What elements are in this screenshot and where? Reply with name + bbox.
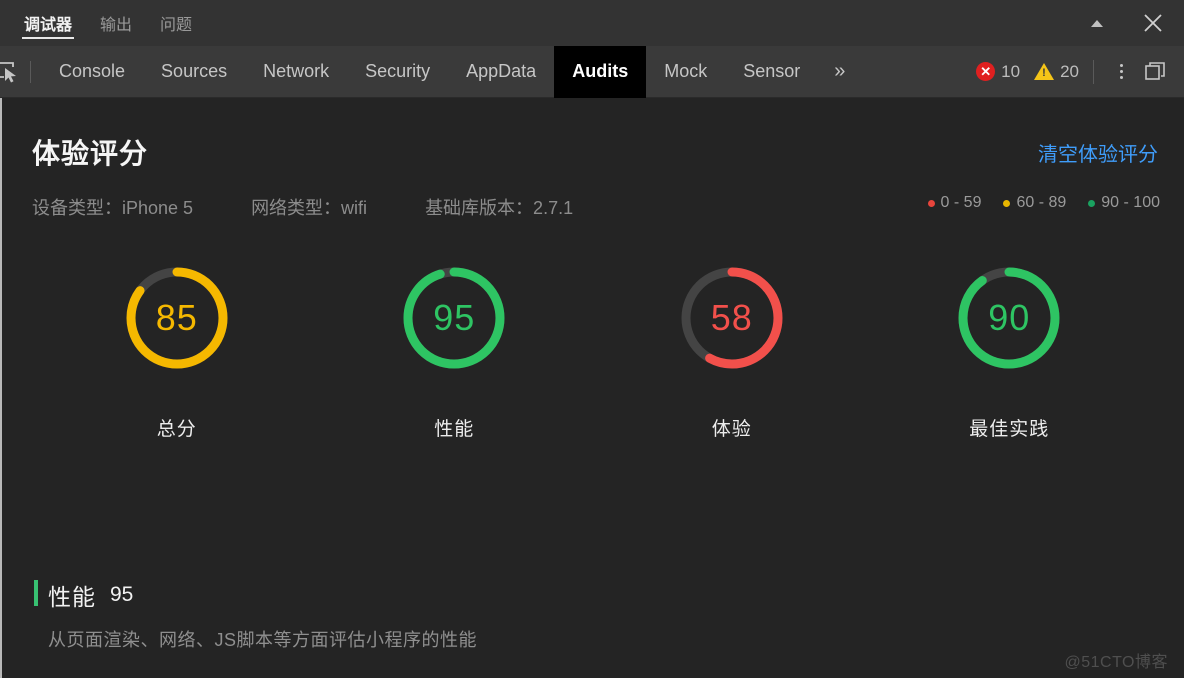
legend-item-high: 90 - 100 bbox=[1088, 194, 1160, 212]
legend-dot-red bbox=[927, 199, 935, 207]
minimize-button[interactable] bbox=[1084, 10, 1110, 36]
error-count: 10 bbox=[1001, 61, 1021, 81]
close-button[interactable] bbox=[1140, 10, 1166, 36]
gauge-value: 90 bbox=[988, 297, 1031, 338]
error-count-badge[interactable]: ✕ 10 bbox=[976, 62, 1020, 82]
meta-library-version: 基础库版本：2.7.1 bbox=[425, 198, 574, 218]
gauge-value: 85 bbox=[155, 297, 198, 338]
tab-label: Console bbox=[59, 61, 126, 81]
tab-label: AppData bbox=[466, 61, 537, 81]
gauge-value: 58 bbox=[710, 297, 753, 338]
gauge-label: 性能 bbox=[434, 419, 475, 440]
error-glyph: ✕ bbox=[980, 64, 992, 79]
status-divider bbox=[1093, 59, 1094, 84]
devtools-status-area: ✕ 10 ! 20 bbox=[976, 46, 1184, 98]
window-tab-list: 调试器 输出 问题 bbox=[0, 0, 206, 46]
tab-label: Audits bbox=[572, 61, 629, 81]
tab-sources[interactable]: Sources bbox=[143, 46, 245, 98]
detail-category-score: 95 bbox=[110, 583, 134, 606]
warning-count: 20 bbox=[1060, 61, 1079, 81]
tab-appdata[interactable]: AppData bbox=[448, 46, 554, 98]
score-gauge-row: 85 总分 95 性能 58 体验 90 最佳实践 bbox=[2, 262, 1184, 441]
legend-label: 0 - 59 bbox=[940, 194, 982, 211]
audit-detail-section: 性能 95 从页面渲染、网络、JS脚本等方面评估小程序的性能 bbox=[2, 578, 1184, 678]
tab-label: Sources bbox=[161, 61, 228, 81]
gauge-performance[interactable]: 95 性能 bbox=[364, 262, 544, 441]
more-options-icon bbox=[1119, 64, 1123, 67]
legend-item-low: 0 - 59 bbox=[927, 194, 982, 212]
more-options-button[interactable] bbox=[1108, 55, 1134, 89]
audits-header: 体验评分 清空体验评分 设备类型：iPhone 5 网络类型：wifi 基础库版… bbox=[2, 98, 1184, 220]
gauge-label: 总分 bbox=[156, 419, 197, 440]
window-tab-problems[interactable]: 问题 bbox=[146, 0, 206, 46]
tab-mock[interactable]: Mock bbox=[646, 46, 725, 98]
detail-category-name: 性能 bbox=[48, 584, 96, 610]
window-title-bar: 调试器 输出 问题 bbox=[0, 0, 1184, 46]
tab-label: Sensor bbox=[743, 61, 801, 81]
gauge-ring-performance: 95 bbox=[398, 262, 510, 374]
tab-label: Security bbox=[365, 61, 431, 81]
window-tab-label: 调试器 bbox=[24, 17, 73, 34]
window-tab-label: 输出 bbox=[100, 17, 133, 34]
legend-item-mid: 60 - 89 bbox=[1003, 194, 1066, 212]
warning-triangle-icon: ! bbox=[1034, 63, 1055, 80]
more-options-icon bbox=[1119, 76, 1123, 79]
tab-label: Network bbox=[263, 61, 330, 81]
audit-detail-header: 性能 95 bbox=[34, 578, 1184, 612]
tab-console[interactable]: Console bbox=[41, 46, 143, 98]
inspect-element-icon bbox=[0, 61, 16, 82]
gauge-total[interactable]: 85 总分 bbox=[87, 262, 267, 441]
gauge-ring-total: 85 bbox=[121, 262, 233, 374]
score-legend: 0 - 59 60 - 89 90 - 100 bbox=[927, 194, 1160, 212]
gauge-ring-best-practices: 90 bbox=[953, 262, 1065, 374]
detail-accent-bar bbox=[34, 580, 38, 606]
more-tabs-button[interactable]: » bbox=[818, 46, 861, 98]
tab-sensor[interactable]: Sensor bbox=[725, 46, 818, 98]
gauge-experience[interactable]: 58 体验 bbox=[642, 262, 822, 441]
gauge-best-practices[interactable]: 90 最佳实践 bbox=[919, 262, 1099, 441]
legend-dot-green bbox=[1088, 199, 1096, 207]
clear-scores-link[interactable]: 清空体验评分 bbox=[1038, 138, 1158, 167]
more-options-icon bbox=[1119, 70, 1123, 73]
chevron-double-right-icon: » bbox=[834, 60, 846, 82]
gauge-label: 体验 bbox=[711, 419, 752, 440]
legend-label: 90 - 100 bbox=[1101, 194, 1160, 211]
warning-glyph: ! bbox=[1042, 67, 1046, 79]
gauge-value: 95 bbox=[433, 297, 476, 338]
tab-security[interactable]: Security bbox=[347, 46, 448, 98]
tab-audits[interactable]: Audits bbox=[554, 45, 647, 98]
window-controls bbox=[1084, 0, 1184, 46]
inspect-element-button[interactable] bbox=[0, 46, 26, 98]
error-circle-icon: ✕ bbox=[976, 62, 996, 81]
legend-dot-yellow bbox=[1003, 199, 1011, 207]
page-title: 体验评分 bbox=[32, 138, 149, 169]
dock-panel-icon bbox=[1145, 61, 1165, 80]
window-tab-debugger[interactable]: 调试器 bbox=[10, 0, 86, 46]
caret-up-icon bbox=[1091, 19, 1103, 27]
dock-panel-button[interactable] bbox=[1140, 57, 1170, 87]
meta-network-type: 网络类型：wifi bbox=[251, 198, 368, 218]
meta-device-type: 设备类型：iPhone 5 bbox=[32, 198, 194, 218]
gauge-label: 最佳实践 bbox=[969, 419, 1050, 440]
toolbar-divider bbox=[30, 60, 31, 83]
window-tab-output[interactable]: 输出 bbox=[86, 0, 146, 46]
close-icon bbox=[1144, 14, 1162, 32]
devtools-tab-bar: Console Sources Network Security AppData… bbox=[0, 45, 1184, 98]
devtools-tab-list: Console Sources Network Security AppData… bbox=[41, 45, 861, 98]
watermark: @51CTO博客 bbox=[1064, 654, 1168, 671]
detail-description: 从页面渲染、网络、JS脚本等方面评估小程序的性能 bbox=[48, 630, 478, 650]
tab-label: Mock bbox=[664, 61, 708, 81]
warning-count-badge[interactable]: ! 20 bbox=[1034, 62, 1079, 82]
legend-label: 60 - 89 bbox=[1016, 194, 1067, 211]
gauge-ring-experience: 58 bbox=[676, 262, 788, 374]
audits-panel: 体验评分 清空体验评分 设备类型：iPhone 5 网络类型：wifi 基础库版… bbox=[0, 98, 1184, 678]
window-tab-label: 问题 bbox=[160, 17, 193, 34]
tab-network[interactable]: Network bbox=[245, 46, 347, 98]
